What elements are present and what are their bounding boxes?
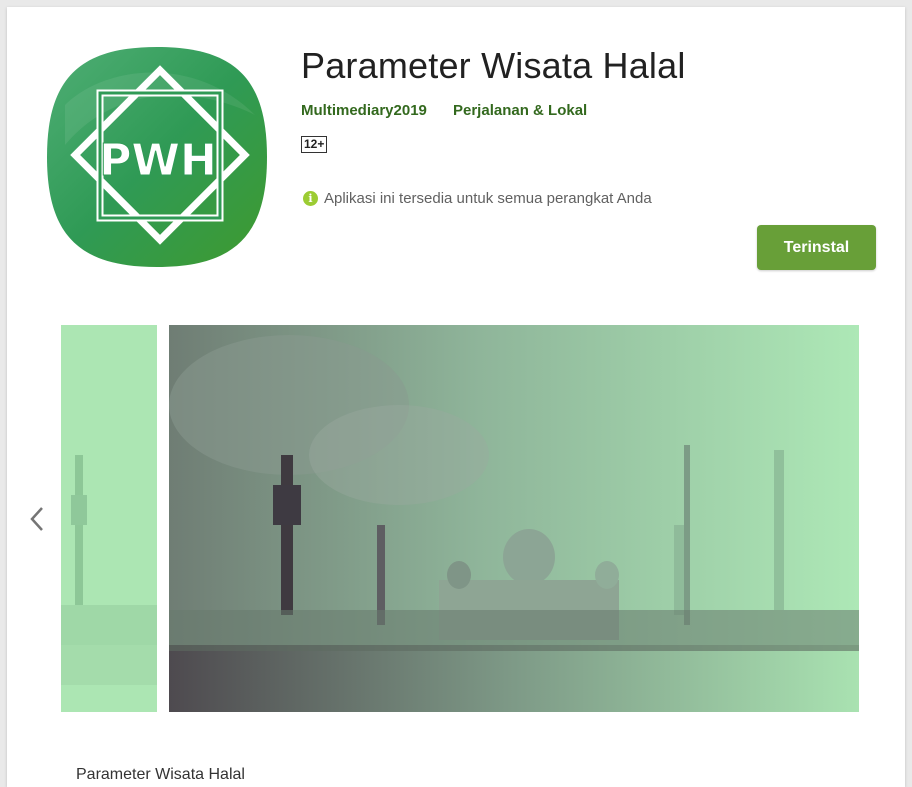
- category-link[interactable]: Perjalanan & Lokal: [453, 102, 587, 119]
- chevron-left-icon[interactable]: [25, 503, 51, 535]
- availability-text: Aplikasi ini tersedia untuk semua perang…: [324, 190, 652, 207]
- screenshot-main[interactable]: [169, 325, 859, 712]
- pwh-logo-icon: PWH: [45, 45, 269, 269]
- app-details-card: PWH Parameter Wisata Halal Multimediary2…: [7, 7, 905, 787]
- developer-link[interactable]: Multimediary2019: [301, 102, 427, 119]
- app-title: Parameter Wisata Halal: [301, 45, 686, 86]
- svg-text:PWH: PWH: [99, 135, 217, 186]
- content-rating-badge: 12+: [301, 136, 328, 153]
- availability-note: i Aplikasi ini tersedia untuk semua pera…: [303, 190, 652, 207]
- info-icon: i: [303, 191, 318, 206]
- description-heading: Parameter Wisata Halal: [76, 766, 245, 783]
- screenshot-thumbnail[interactable]: [61, 325, 157, 712]
- install-button[interactable]: Terinstal: [757, 225, 876, 270]
